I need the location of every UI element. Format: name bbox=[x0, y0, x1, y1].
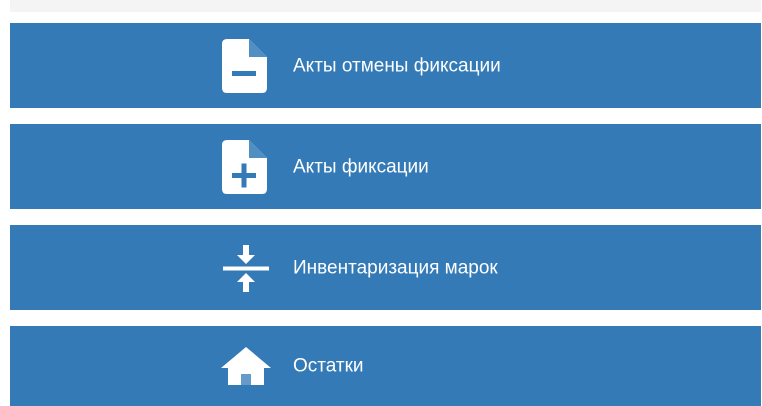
top-strip bbox=[10, 0, 761, 12]
document-minus-icon bbox=[221, 38, 271, 93]
home-icon bbox=[221, 339, 271, 393]
menu-item-fixation-acts[interactable]: Акты фиксации bbox=[10, 124, 761, 209]
menu-item-inventory[interactable]: Инвентаризация марок bbox=[10, 225, 761, 310]
menu-item-cancel-fixation-acts[interactable]: Акты отмены фиксации bbox=[10, 23, 761, 108]
main-menu: Акты отмены фиксации Акты фиксации Инвен… bbox=[10, 23, 761, 406]
menu-item-label: Остатки bbox=[293, 355, 364, 377]
menu-item-label: Акты отмены фиксации bbox=[293, 55, 501, 76]
compress-arrows-icon bbox=[221, 241, 271, 295]
menu-item-balances[interactable]: Остатки bbox=[10, 326, 761, 406]
menu-item-label: Инвентаризация марок bbox=[293, 257, 498, 278]
menu-item-label: Акты фиксации bbox=[293, 156, 429, 177]
document-plus-icon bbox=[221, 139, 271, 194]
